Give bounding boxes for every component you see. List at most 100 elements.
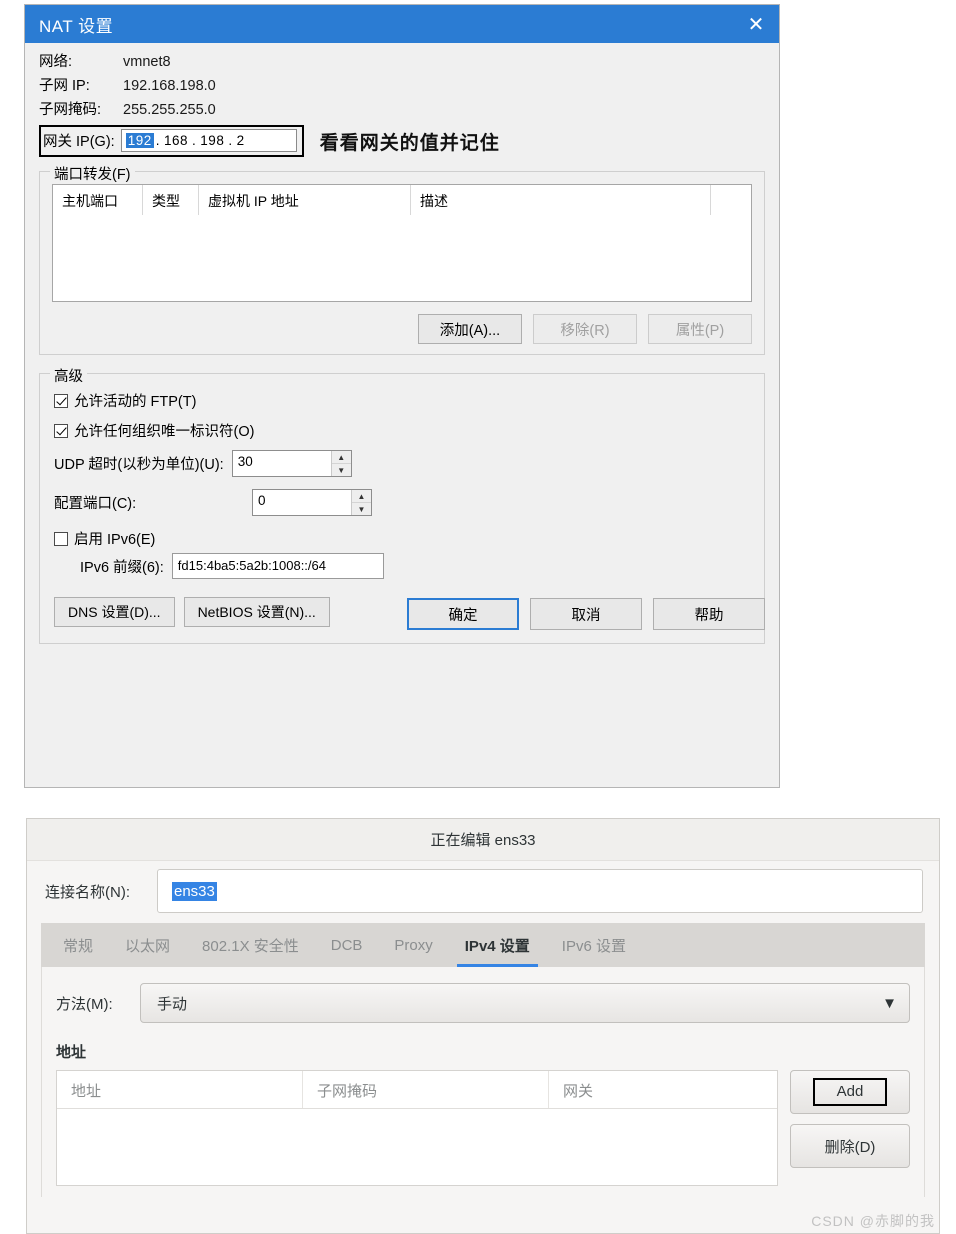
gateway-octet-3[interactable]: 198 (198, 133, 226, 148)
subnet-mask-value: 255.255.255.0 (123, 102, 216, 118)
tab-ipv4-settings[interactable]: IPv4 设置 (449, 923, 546, 967)
column-header-description: 描述 (411, 185, 711, 215)
advanced-title: 高级 (50, 365, 87, 386)
enable-ipv6-label: 启用 IPv6(E) (74, 532, 156, 548)
udp-timeout-stepper-buttons: ▲ ▼ (330, 451, 351, 476)
subnet-mask-label: 子网掩码: (39, 102, 102, 118)
column-header-vm-ip: 虚拟机 IP 地址 (199, 185, 411, 215)
addresses-table[interactable]: 地址 子网掩码 网关 (56, 1070, 778, 1186)
udp-timeout-label: UDP 超时(以秒为单位)(U): (54, 457, 224, 473)
column-header-type: 类型 (143, 185, 199, 215)
remove-port-forward-button[interactable]: 移除(R) (533, 314, 637, 344)
ipv4-settings-panel: 方法(M): 手动 ▼ 地址 地址 子网掩码 网关 Add 删除(D) (41, 967, 925, 1197)
config-port-stepper[interactable]: 0 ▲ ▼ (252, 489, 372, 516)
add-address-label: Add (812, 1078, 888, 1106)
port-forwarding-group: 端口转发(F) 主机端口 类型 虚拟机 IP 地址 描述 添加(A)... 移除… (39, 163, 765, 355)
addresses-area: 地址 子网掩码 网关 Add 删除(D) (56, 1070, 910, 1186)
add-port-forward-button[interactable]: 添加(A)... (418, 314, 522, 344)
column-header-netmask: 子网掩码 (303, 1071, 549, 1108)
connection-name-row: 连接名称(N): ens33 (27, 861, 939, 923)
config-port-label: 配置端口(C): (54, 496, 137, 512)
gateway-octet-1[interactable]: 192 (125, 133, 154, 148)
ipv6-prefix-label: IPv6 前缀(6): (80, 559, 164, 576)
tab-general[interactable]: 常规 (47, 923, 109, 967)
ipv6-prefix-row: IPv6 前缀(6): fd15:4ba5:5a2b:1008::/64 (80, 553, 752, 579)
addresses-section-label: 地址 (56, 1044, 87, 1061)
nat-settings-dialog: NAT 设置 ✕ 网络: vmnet8 子网 IP: 192.168.198.0… (24, 4, 780, 788)
delete-address-button[interactable]: 删除(D) (790, 1124, 910, 1168)
allow-any-oui-checkbox[interactable] (54, 423, 68, 438)
chevron-down-icon: ▼ (882, 994, 897, 1012)
add-address-button[interactable]: Add (790, 1070, 910, 1114)
tab-dcb[interactable]: DCB (315, 923, 379, 967)
udp-timeout-row: UDP 超时(以秒为单位)(U): 30 ▲ ▼ (54, 450, 752, 477)
connection-editor-title: 正在编辑 ens33 (430, 832, 536, 849)
connection-editor-titlebar: 正在编辑 ens33 (27, 819, 939, 861)
allow-active-ftp-checkbox[interactable] (54, 393, 68, 408)
enable-ipv6-checkbox[interactable] (54, 531, 68, 546)
method-label: 方法(M): (56, 995, 113, 1013)
subnet-mask-row: 子网掩码: 255.255.255.0 (39, 99, 765, 123)
gateway-annotation-text: 看看网关的值并记住 (319, 132, 500, 154)
allow-active-ftp-label: 允许活动的 FTP(T) (74, 394, 197, 410)
network-row: 网络: vmnet8 (39, 51, 765, 75)
dns-settings-button[interactable]: DNS 设置(D)... (54, 597, 175, 627)
close-icon[interactable]: ✕ (733, 5, 779, 43)
tab-ipv6-settings[interactable]: IPv6 设置 (546, 923, 642, 967)
allow-any-oui-label: 允许任何组织唯一标识符(O) (74, 424, 255, 440)
network-value: vmnet8 (123, 54, 171, 70)
nat-dialog-body: 网络: vmnet8 子网 IP: 192.168.198.0 子网掩码: 25… (25, 43, 779, 644)
port-forwarding-buttons: 添加(A)... 移除(R) 属性(P) (52, 314, 752, 344)
subnet-ip-row: 子网 IP: 192.168.198.0 (39, 75, 765, 99)
connection-editor-window: 正在编辑 ens33 连接名称(N): ens33 常规 以太网 802.1X … (26, 818, 940, 1234)
allow-active-ftp-row[interactable]: 允许活动的 FTP(T) (54, 390, 752, 411)
gateway-dot-1: . (155, 133, 160, 148)
method-dropdown[interactable]: 手动 ▼ (140, 983, 910, 1023)
addresses-header-row: 地址 子网掩码 网关 (57, 1071, 777, 1109)
ipv6-prefix-input[interactable]: fd15:4ba5:5a2b:1008::/64 (171, 553, 384, 579)
column-header-spacer (711, 185, 751, 215)
connection-name-input[interactable]: ens33 (157, 869, 923, 913)
config-port-row: 配置端口(C): 0 ▲ ▼ (54, 489, 752, 516)
gateway-octet-4[interactable]: 2 (235, 133, 247, 148)
method-row: 方法(M): 手动 ▼ (56, 983, 910, 1023)
help-button[interactable]: 帮助 (653, 598, 765, 630)
nat-dialog-title: NAT 设置 (39, 16, 114, 36)
gateway-dot-2: . (192, 133, 197, 148)
tab-8021x-security[interactable]: 802.1X 安全性 (186, 923, 315, 967)
chevron-up-icon[interactable]: ▲ (331, 451, 351, 464)
netbios-settings-button[interactable]: NetBIOS 设置(N)... (183, 597, 330, 627)
port-forward-properties-button[interactable]: 属性(P) (648, 314, 752, 344)
subnet-ip-value: 192.168.198.0 (123, 78, 216, 94)
gateway-highlight-box: 网关 IP(G): 192 . 168 . 198 . 2 (39, 125, 304, 157)
settings-tabbar: 常规 以太网 802.1X 安全性 DCB Proxy IPv4 设置 IPv6… (41, 923, 925, 967)
subnet-ip-label: 子网 IP: (39, 78, 90, 94)
udp-timeout-value[interactable]: 30 (233, 451, 331, 476)
enable-ipv6-row[interactable]: 启用 IPv6(E) (54, 528, 752, 549)
udp-timeout-stepper[interactable]: 30 ▲ ▼ (231, 450, 352, 477)
nat-dialog-titlebar: NAT 设置 ✕ (25, 5, 779, 43)
csdn-watermark: CSDN @赤脚的我 (811, 1213, 935, 1229)
nat-dialog-footer: 确定 取消 帮助 (407, 598, 765, 630)
ok-button[interactable]: 确定 (407, 598, 519, 630)
allow-any-oui-row[interactable]: 允许任何组织唯一标识符(O) (54, 420, 752, 441)
config-port-value[interactable]: 0 (253, 490, 351, 515)
port-forwarding-title: 端口转发(F) (50, 163, 135, 184)
cancel-button[interactable]: 取消 (530, 598, 642, 630)
config-port-stepper-buttons: ▲ ▼ (351, 490, 371, 515)
gateway-octet-2[interactable]: 168 (162, 133, 190, 148)
tab-proxy[interactable]: Proxy (378, 923, 448, 967)
method-value: 手动 (157, 995, 188, 1013)
gateway-dot-3: . (228, 133, 233, 148)
column-header-gateway: 网关 (563, 1083, 594, 1100)
connection-name-value[interactable]: ens33 (172, 881, 217, 901)
gateway-ip-input[interactable]: 192 . 168 . 198 . 2 (120, 129, 297, 152)
chevron-down-icon[interactable]: ▼ (352, 503, 371, 515)
port-forwarding-table[interactable]: 主机端口 类型 虚拟机 IP 地址 描述 (52, 184, 752, 302)
chevron-up-icon[interactable]: ▲ (352, 490, 371, 503)
column-header-address: 地址 (57, 1071, 303, 1108)
connection-name-label: 连接名称(N): (45, 883, 130, 901)
chevron-down-icon[interactable]: ▼ (331, 464, 351, 476)
column-header-host-port: 主机端口 (53, 185, 143, 215)
tab-ethernet[interactable]: 以太网 (109, 923, 186, 967)
